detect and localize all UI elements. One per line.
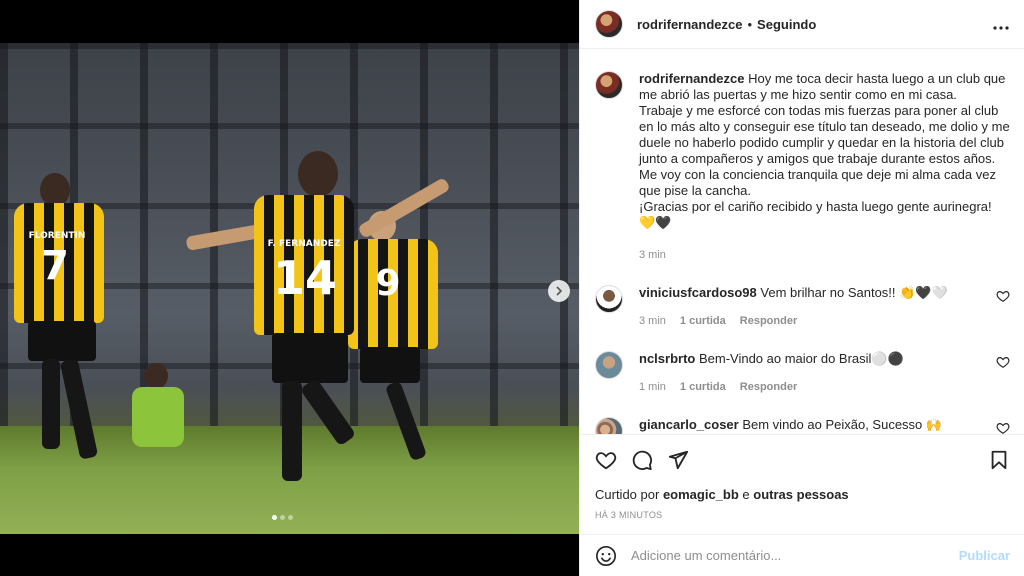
comment-time[interactable]: 3 min — [639, 313, 666, 329]
caption-time[interactable]: 3 min — [639, 247, 666, 263]
liked-by-others[interactable]: outras pessoas — [753, 487, 848, 502]
comment-time[interactable]: 1 min — [639, 379, 666, 395]
caption-username[interactable]: rodrifernandezce — [639, 71, 744, 86]
caption-text: Hoy me toca decir hasta luego a un club … — [639, 71, 1010, 230]
avatar[interactable] — [595, 71, 623, 99]
post-panel: rodrifernandezce • Seguindo rodrifernand… — [579, 0, 1024, 576]
comment-item: giancarlo_coser Bem vindo ao Peixão, Suc… — [595, 417, 1010, 434]
comment-item: viniciusfcardoso98 Vem brilhar no Santos… — [595, 285, 1010, 329]
chevron-right-icon[interactable] — [548, 280, 570, 302]
post-actions: Curtido por eomagic_bb e outras pessoas … — [580, 434, 1024, 534]
emoji-icon[interactable] — [595, 545, 617, 567]
avatar[interactable] — [595, 285, 623, 313]
heart-icon[interactable] — [996, 421, 1010, 434]
player-number: 14 — [272, 251, 337, 305]
post-photo[interactable]: FLORENTIN 7 9 F. FERNANDEZ 14 — [0, 43, 579, 534]
comment-likes[interactable]: 1 curtida — [680, 313, 726, 329]
reply-button[interactable]: Responder — [740, 313, 797, 329]
player-seven: FLORENTIN 7 — [8, 173, 108, 473]
comment-text: Bem-Vindo ao maior do Brasil⚪⚫ — [698, 351, 904, 366]
caption: rodrifernandezce Hoy me toca decir hasta… — [595, 71, 1010, 263]
comment-item: nclsrbrto Bem-Vindo ao maior do Brasil⚪⚫… — [595, 351, 1010, 395]
reply-button[interactable]: Responder — [740, 379, 797, 395]
comment-username[interactable]: viniciusfcardoso98 — [639, 285, 757, 300]
avatar[interactable] — [595, 351, 623, 379]
avatar[interactable] — [595, 417, 623, 434]
follow-status[interactable]: Seguindo — [757, 17, 816, 32]
comment-username[interactable]: nclsrbrto — [639, 351, 695, 366]
liked-by-user[interactable]: eomagic_bb — [663, 487, 739, 502]
carousel-dot — [272, 515, 277, 520]
comment-text: Bem vindo ao Peixão, Sucesso 🙌 — [742, 417, 943, 432]
player-fourteen: F. FERNANDEZ 14 — [185, 151, 456, 491]
comment-icon[interactable] — [631, 449, 653, 471]
more-options-icon[interactable] — [993, 14, 1009, 35]
comment-likes[interactable]: 1 curtida — [680, 379, 726, 395]
share-icon[interactable] — [667, 449, 689, 471]
player-name: F. FERNANDEZ — [267, 239, 341, 249]
likes-prefix: Curtido por — [595, 487, 660, 502]
post-header: rodrifernandezce • Seguindo — [580, 0, 1024, 49]
comment-input[interactable] — [631, 548, 959, 563]
separator-dot: • — [747, 16, 753, 32]
carousel-dot — [280, 515, 285, 520]
player-name: FLORENTIN — [28, 231, 86, 241]
photographer — [128, 363, 188, 453]
carousel-dot — [288, 515, 293, 520]
avatar[interactable] — [595, 10, 623, 38]
post-media: FLORENTIN 7 9 F. FERNANDEZ 14 — [0, 0, 579, 576]
heart-icon[interactable] — [996, 355, 1010, 369]
likes-summary: Curtido por eomagic_bb e outras pessoas — [595, 487, 1010, 502]
comment-username[interactable]: giancarlo_coser — [639, 417, 739, 432]
post-timestamp[interactable]: HÁ 3 MINUTOS — [595, 510, 1010, 520]
comment-composer: Publicar — [580, 534, 1024, 576]
comment-text: Vem brilhar no Santos!! 👏🖤🤍 — [760, 285, 948, 300]
carousel-dots — [272, 515, 293, 520]
author-username[interactable]: rodrifernandezce — [637, 17, 742, 32]
publish-button[interactable]: Publicar — [959, 548, 1010, 563]
bookmark-icon[interactable] — [988, 449, 1010, 471]
heart-icon[interactable] — [996, 289, 1010, 303]
comments-list[interactable]: rodrifernandezce Hoy me toca decir hasta… — [580, 49, 1024, 434]
heart-icon[interactable] — [595, 449, 617, 471]
player-number: 7 — [41, 243, 69, 289]
likes-connector: e — [742, 487, 750, 502]
